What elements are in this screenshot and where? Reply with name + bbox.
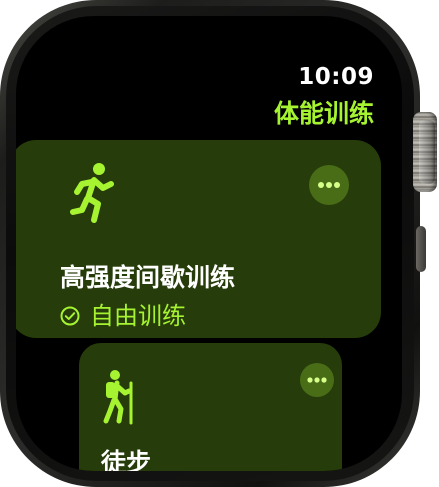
workout-name: 徒步 — [101, 448, 152, 471]
side-button[interactable] — [416, 226, 426, 272]
checkmark-circle-icon — [60, 304, 80, 325]
ellipsis-icon — [307, 377, 327, 383]
watch-display-stage: 10:09 体能训练 高强度间歇训练 自由训练 徒步 — [0, 0, 439, 487]
app-title: 体能训练 — [273, 99, 374, 128]
digital-crown-highlight — [419, 120, 435, 184]
workout-goal: 自由训练 — [60, 296, 186, 331]
workout-card-hiking[interactable]: 徒步 — [79, 343, 342, 471]
workout-card-hiit[interactable]: 高强度间歇训练 自由训练 — [16, 140, 381, 338]
status-time: 10:09 — [298, 64, 374, 90]
ellipsis-icon — [318, 182, 340, 188]
runner-icon — [70, 162, 120, 232]
more-options-button[interactable] — [309, 165, 349, 205]
hiker-icon — [101, 369, 139, 429]
workout-goal-label: 自由训练 — [90, 302, 186, 330]
workout-name: 高强度间歇训练 — [60, 263, 236, 292]
watch-screen: 10:09 体能训练 高强度间歇训练 自由训练 徒步 — [16, 16, 402, 471]
more-options-button[interactable] — [300, 363, 334, 397]
